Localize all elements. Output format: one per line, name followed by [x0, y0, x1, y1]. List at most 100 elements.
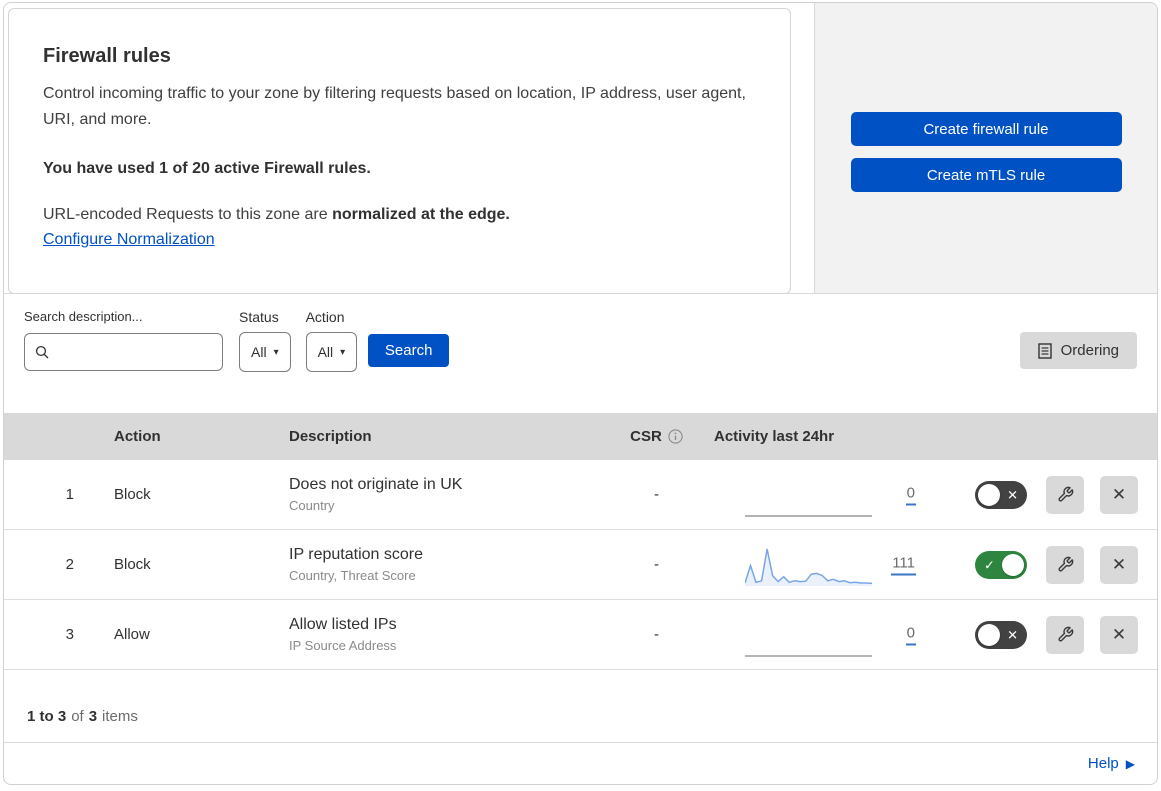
intro-section: Firewall rules Control incoming traffic … — [4, 3, 814, 294]
create-firewall-rule-button[interactable]: Create firewall rule — [850, 112, 1122, 146]
rule-description-cell: IP reputation score Country, Threat Scor… — [289, 546, 604, 583]
rule-controls: ✓ ✕ ✕ — [924, 545, 1157, 584]
rule-enabled-toggle[interactable]: ✓ ✕ — [975, 550, 1027, 579]
activity-sparkline — [744, 546, 873, 588]
status-dropdown[interactable]: All ▾ — [239, 332, 291, 372]
intro-card: Firewall rules Control incoming traffic … — [8, 8, 791, 294]
rule-enabled-toggle[interactable]: ✓ ✕ — [975, 620, 1027, 649]
rule-fields: Country, Threat Score — [289, 568, 416, 583]
action-label: Action — [305, 309, 345, 325]
column-header-action: Action — [114, 428, 161, 445]
search-icon — [35, 345, 49, 359]
normalization-text: URL-encoded Requests to this zone are no… — [43, 206, 750, 224]
info-icon[interactable] — [668, 429, 683, 444]
wrench-icon — [1057, 626, 1073, 642]
search-box — [24, 333, 223, 371]
rule-csr-value: - — [654, 486, 659, 503]
pagination-footer: 1 to 3 of 3 items — [4, 670, 1157, 743]
activity-count-link[interactable]: 0 — [905, 484, 916, 505]
total-value: 3 — [88, 707, 98, 725]
ordering-button[interactable]: Ordering — [1019, 332, 1137, 369]
rule-action: Block — [114, 556, 151, 573]
of-label: of — [71, 707, 84, 725]
delete-rule-button[interactable]: ✕ — [1100, 545, 1138, 584]
action-value: All — [317, 344, 334, 360]
rule-action: Allow — [114, 626, 150, 643]
chevron-down-icon: ▾ — [273, 346, 279, 358]
items-range: 1 to 3 of 3 items — [27, 708, 138, 725]
wrench-icon — [1057, 556, 1073, 572]
search-input[interactable] — [56, 344, 212, 360]
column-header-activity: Activity last 24hr — [714, 428, 835, 445]
rule-activity-cell: 0 — [709, 460, 924, 529]
status-label: Status — [239, 309, 279, 325]
page-title: Firewall rules — [43, 45, 171, 67]
rule-description: IP reputation score — [289, 546, 424, 563]
rule-csr-value: - — [654, 556, 659, 573]
actions-panel: Create firewall rule Create mTLS rule — [814, 3, 1157, 293]
filter-bar: Search description... Status All ▾ Actio… — [4, 294, 1157, 413]
ordering-label: Ordering — [1060, 342, 1119, 359]
wrench-icon — [1057, 486, 1073, 502]
edit-rule-button[interactable] — [1046, 615, 1084, 654]
column-header-description: Description — [289, 428, 372, 445]
table-row: 1 Block Does not originate in UK Country… — [4, 460, 1157, 530]
ordering-group: Ordering — [1019, 309, 1137, 369]
check-icon: ✓ — [984, 557, 995, 572]
range-value: 1 to 3 — [27, 707, 67, 725]
activity-sparkline — [745, 616, 872, 658]
x-icon: ✕ — [1007, 487, 1018, 502]
items-label: items — [102, 707, 138, 725]
rule-enabled-toggle[interactable]: ✓ ✕ — [975, 480, 1027, 509]
status-filter-group: Status All ▾ — [239, 309, 291, 372]
toggle-knob — [1002, 553, 1024, 576]
table-header: Action Description CSR Activity last 24h… — [4, 413, 1157, 460]
activity-count-link[interactable]: 0 — [905, 624, 916, 645]
search-button-group: Search — [368, 309, 450, 367]
delete-rule-button[interactable]: ✕ — [1100, 475, 1138, 514]
normalization-prefix: URL-encoded Requests to this zone are — [43, 205, 333, 223]
firewall-rules-panel: Firewall rules Control incoming traffic … — [3, 2, 1158, 785]
rule-fields: IP Source Address — [289, 638, 397, 653]
rule-controls: ✓ ✕ ✕ — [924, 475, 1157, 514]
edit-rule-button[interactable] — [1046, 475, 1084, 514]
intro-description: Control incoming traffic to your zone by… — [43, 85, 746, 128]
activity-count-link[interactable]: 111 — [891, 554, 916, 575]
rule-priority: 1 — [65, 486, 74, 503]
chevron-down-icon: ▾ — [340, 346, 346, 358]
arrow-right-icon: ▶ — [1125, 756, 1135, 771]
rule-fields: Country — [289, 498, 335, 513]
search-label: Search description... — [24, 309, 143, 324]
delete-rule-button[interactable]: ✕ — [1100, 615, 1138, 654]
rule-description: Does not originate in UK — [289, 476, 463, 493]
normalization-bold: normalized at the edge. — [332, 205, 510, 223]
top-region: Firewall rules Control incoming traffic … — [4, 3, 1157, 294]
status-value: All — [251, 344, 267, 360]
help-row: Help ▶ — [4, 743, 1157, 784]
rule-description-cell: Does not originate in UK Country — [289, 476, 604, 513]
table-row: 2 Block IP reputation score Country, Thr… — [4, 530, 1157, 600]
search-button[interactable]: Search — [368, 334, 450, 367]
close-icon: ✕ — [1111, 484, 1127, 504]
usage-summary: You have used 1 of 20 active Firewall ru… — [43, 159, 371, 177]
action-dropdown[interactable]: All ▾ — [305, 332, 358, 372]
rule-controls: ✓ ✕ ✕ — [924, 615, 1157, 654]
rule-action: Block — [114, 486, 151, 503]
toggle-knob — [978, 623, 1000, 646]
configure-normalization-link[interactable]: Configure Normalization — [43, 231, 215, 249]
help-link[interactable]: Help ▶ — [1088, 755, 1135, 772]
action-filter-group: Action All ▾ — [305, 309, 358, 372]
rule-description: Allow listed IPs — [289, 616, 397, 633]
help-label: Help — [1087, 755, 1119, 772]
edit-rule-button[interactable] — [1046, 545, 1084, 584]
rule-priority: 2 — [65, 556, 74, 573]
rule-activity-cell: 111 — [709, 530, 924, 599]
create-mtls-rule-button[interactable]: Create mTLS rule — [850, 158, 1122, 192]
close-icon: ✕ — [1111, 554, 1127, 574]
rule-activity-cell: 0 — [709, 600, 924, 669]
rule-priority: 3 — [65, 626, 74, 643]
toggle-knob — [978, 483, 1000, 506]
close-icon: ✕ — [1111, 624, 1127, 644]
rule-description-cell: Allow listed IPs IP Source Address — [289, 616, 604, 653]
search-group: Search description... — [24, 309, 223, 371]
